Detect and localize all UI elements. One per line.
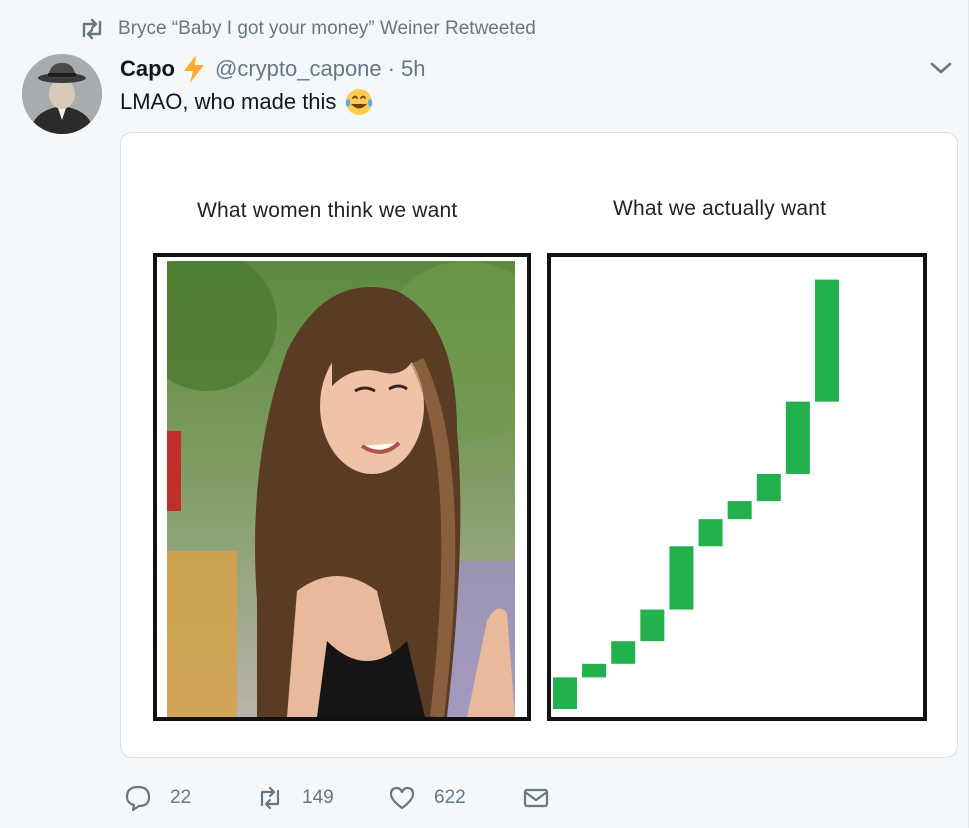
avatar[interactable]: [22, 54, 102, 134]
candle-4: [640, 609, 665, 642]
right-panel-frame: [547, 253, 927, 721]
candle-1: [553, 677, 577, 709]
reply-count: 22: [170, 787, 192, 808]
tweet-text-content: LMAO, who made this: [120, 89, 337, 114]
retweet-button[interactable]: 149: [256, 782, 334, 814]
tweet-actions: 22 149 622: [124, 782, 564, 814]
candle-10: [815, 279, 839, 402]
photo-smiling-woman-long-brown-hair: [167, 261, 515, 717]
right-caption: What we actually want: [613, 197, 827, 220]
direct-message-button[interactable]: [522, 782, 568, 814]
candle-9: [785, 401, 810, 474]
retweet-count: 149: [302, 787, 334, 808]
reply-icon: [125, 785, 151, 812]
left-panel-frame: [153, 253, 531, 721]
candle-2: [582, 663, 607, 678]
candle-7: [727, 501, 752, 520]
lightning-bolt-emoji: [184, 55, 204, 83]
face-with-tears-of-joy-emoji: [346, 89, 373, 115]
tweet-header: Capo @crypto_capone · 5h: [120, 52, 425, 86]
candle-8: [756, 473, 781, 502]
envelope-icon: [523, 788, 549, 808]
retweet-icon: [82, 18, 102, 40]
retweet-context[interactable]: Bryce “Baby I got your money” Weiner Ret…: [78, 16, 536, 42]
author-handle[interactable]: @crypto_capone: [215, 56, 382, 82]
separator-dot: ·: [387, 56, 395, 81]
author-name[interactable]: Capo: [120, 56, 175, 82]
tweet[interactable]: Bryce “Baby I got your money” Weiner Ret…: [0, 0, 969, 828]
left-caption: What women think we want: [197, 199, 458, 222]
candle-5: [669, 546, 694, 610]
reply-button[interactable]: 22: [124, 782, 191, 814]
heart-icon: [389, 786, 415, 810]
candle-6: [698, 519, 723, 547]
like-button[interactable]: 622: [388, 782, 466, 814]
tweet-media-image[interactable]: What women think we want What we actuall…: [120, 132, 958, 758]
tweet-text: LMAO, who made this: [120, 86, 374, 118]
candlestick-chart: [553, 279, 839, 709]
timestamp[interactable]: 5h: [401, 56, 425, 82]
retweet-context-text: Bryce “Baby I got your money” Weiner Ret…: [118, 18, 536, 39]
retweet-icon: [260, 786, 280, 810]
candle-3: [611, 641, 636, 664]
avatar-man-in-fedora: [22, 54, 102, 134]
chevron-down-icon[interactable]: [928, 58, 954, 78]
like-count: 622: [434, 787, 466, 808]
